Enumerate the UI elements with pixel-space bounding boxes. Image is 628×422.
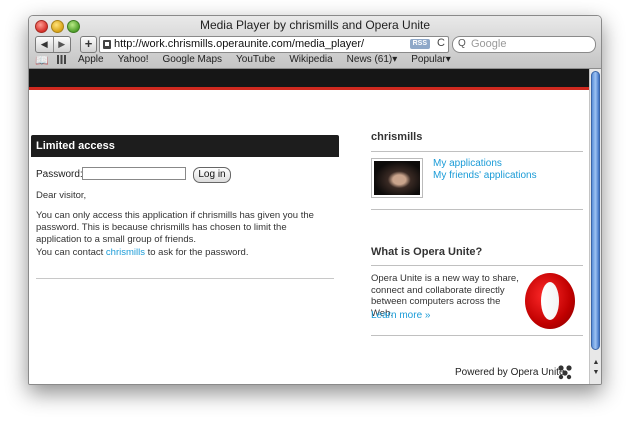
- avatar-photo: [374, 161, 420, 195]
- bookmark-item[interactable]: News (61)▾: [347, 54, 398, 65]
- title-bar: Media Player by chrismills and Opera Uni…: [29, 16, 601, 34]
- forward-button[interactable]: ▶: [54, 37, 71, 52]
- what-is-unite-title: What is Opera Unite?: [371, 246, 483, 258]
- login-button[interactable]: Log in: [193, 167, 231, 183]
- vertical-scrollbar[interactable]: ▲ ▼: [589, 69, 601, 384]
- add-bookmark-button[interactable]: +: [80, 36, 97, 53]
- bookmark-item[interactable]: Wikipedia: [289, 54, 332, 65]
- bookmark-item[interactable]: Popular▾: [411, 54, 451, 65]
- top-sites-grid-icon[interactable]: [57, 55, 66, 64]
- my-applications-link[interactable]: My applications: [433, 158, 502, 169]
- bookmarks-bar: 📖 Apple Yahoo! Google Maps YouTube Wikipedia…: [29, 52, 601, 68]
- header-accent-line: [29, 87, 589, 90]
- opera-unite-icon: [558, 365, 572, 380]
- address-text[interactable]: http://work.chrismills.operaunite.com/me…: [114, 38, 364, 50]
- scrollbar-thumb[interactable]: [591, 71, 600, 350]
- contact-post: to ask for the password.: [144, 247, 249, 258]
- rss-button[interactable]: RSS: [409, 39, 430, 49]
- bookmark-item[interactable]: YouTube: [236, 54, 275, 65]
- limited-access-header: Limited access: [31, 135, 339, 157]
- back-button[interactable]: ◀: [36, 37, 54, 52]
- greeting-text: Dear visitor,: [36, 190, 87, 201]
- friends-applications-link[interactable]: My friends' applications: [433, 170, 537, 181]
- bookmark-item[interactable]: Yahoo!: [118, 54, 149, 65]
- owner-name: chrismills: [371, 131, 423, 143]
- password-label: Password:: [36, 169, 83, 180]
- browser-window: Media Player by chrismills and Opera Uni…: [28, 15, 602, 385]
- page-content: Limited access Password: Log in Dear vis…: [29, 69, 589, 384]
- what-divider: [371, 265, 583, 266]
- address-bar[interactable]: http://work.chrismills.operaunite.com/me…: [99, 36, 449, 53]
- powered-pre: Powered by: [455, 367, 511, 378]
- reload-icon[interactable]: C: [437, 37, 445, 49]
- toolbar: ◀ ▶ + http://work.chrismills.operaunite.…: [29, 34, 601, 53]
- left-divider: [36, 278, 334, 279]
- site-icon: [103, 40, 111, 49]
- powered-by-text: Powered by Opera Unite: [455, 367, 565, 378]
- password-input[interactable]: [82, 167, 186, 180]
- owner-divider: [371, 151, 583, 152]
- learn-more-link[interactable]: Learn more »: [371, 310, 430, 321]
- search-placeholder: Google: [471, 38, 507, 50]
- bookmarks-book-icon[interactable]: 📖: [35, 54, 49, 67]
- opera-logo-icon: [525, 273, 575, 329]
- browser-chrome: Media Player by chrismills and Opera Uni…: [29, 16, 601, 69]
- contact-text: You can contact chrismills to ask for th…: [36, 247, 332, 259]
- bookmark-item[interactable]: Apple: [78, 54, 104, 65]
- contact-pre: You can contact: [36, 247, 106, 258]
- search-field[interactable]: Q Google: [452, 36, 596, 53]
- page-header-band: [29, 69, 589, 87]
- nav-buttons: ◀ ▶: [35, 36, 71, 53]
- avatar[interactable]: [371, 158, 423, 198]
- bookmark-item[interactable]: Google Maps: [163, 54, 222, 65]
- contact-link[interactable]: chrismills: [106, 247, 145, 258]
- scroll-down-arrow[interactable]: ▼: [591, 369, 601, 376]
- window-title: Media Player by chrismills and Opera Uni…: [199, 18, 431, 32]
- access-explanation: You can only access this application if …: [36, 210, 314, 245]
- profile-divider: [371, 209, 583, 210]
- unite-divider: [371, 335, 583, 336]
- scroll-up-arrow[interactable]: ▲: [591, 359, 601, 366]
- bookmark-list: Apple Yahoo! Google Maps YouTube Wikipedia Ne…: [78, 54, 465, 65]
- opera-logo-hole: [541, 282, 559, 320]
- search-icon: Q: [458, 38, 466, 49]
